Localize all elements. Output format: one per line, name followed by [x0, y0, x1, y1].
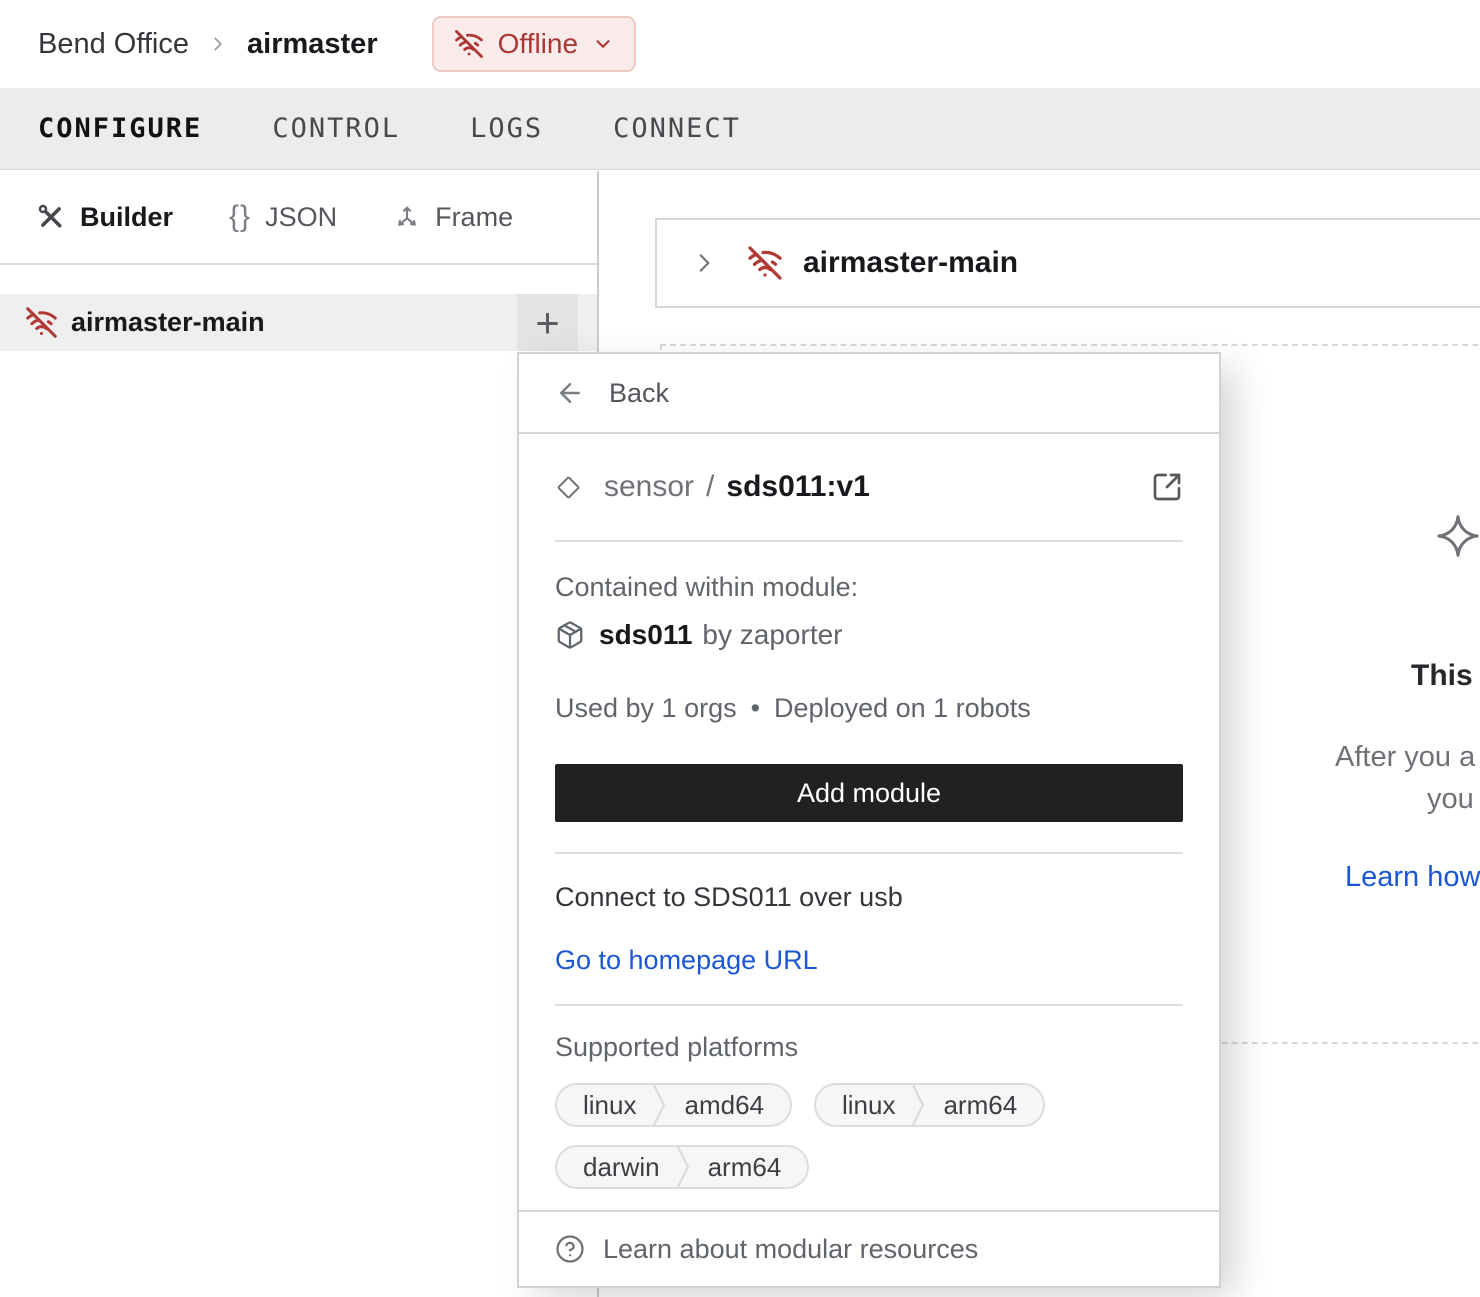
arrow-left-icon	[555, 378, 585, 408]
add-component-button[interactable]: +	[517, 294, 578, 351]
platform-pill: linux amd64	[555, 1083, 792, 1127]
usage-count: Used by 1 orgs	[555, 693, 737, 724]
module-name-row: sds011 by zaporter	[555, 619, 1183, 651]
json-braces-icon: {}	[229, 200, 251, 234]
viewtab-frame-label: Frame	[435, 202, 513, 233]
platform-pill-row: darwin arm64	[555, 1145, 1183, 1189]
tab-connect[interactable]: CONNECT	[613, 113, 741, 144]
resource-model: sds011:v1	[726, 470, 869, 504]
learn-how-link[interactable]: Learn how	[1345, 861, 1480, 894]
sensor-diamond-icon	[555, 474, 582, 501]
deployment-count: Deployed on 1 robots	[774, 693, 1031, 724]
metrics-separator: •	[751, 693, 760, 724]
module-author: by zaporter	[702, 619, 842, 651]
platform-arch: arm64	[692, 1152, 808, 1183]
external-link-icon[interactable]	[1151, 471, 1183, 503]
module-description-section: Connect to SDS011 over usb Go to homepag…	[519, 854, 1219, 1004]
part-card-name: airmaster-main	[803, 246, 1018, 280]
module-section: Contained within module: sds011 by zapor…	[519, 542, 1219, 822]
sparkle-icon	[1435, 513, 1480, 559]
resource-type: sensor	[604, 470, 694, 504]
breadcrumb-org[interactable]: Bend Office	[38, 28, 189, 61]
platform-pill: linux arm64	[814, 1083, 1045, 1127]
module-name: sds011	[599, 619, 692, 651]
machine-nav-tabbar: CONFIGURE CONTROL LOGS CONNECT	[0, 88, 1480, 170]
sidebar-part-name: airmaster-main	[71, 307, 265, 338]
pill-divider-icon	[652, 1084, 668, 1126]
popover-back-button[interactable]: Back	[519, 354, 1219, 434]
package-icon	[555, 620, 585, 650]
platform-arch: amd64	[668, 1090, 790, 1121]
builder-tools-icon	[36, 202, 66, 232]
pill-divider-icon	[911, 1084, 927, 1126]
tab-configure[interactable]: CONFIGURE	[38, 113, 202, 144]
top-header: Bend Office airmaster Offline	[0, 0, 1480, 88]
machine-part-card[interactable]: airmaster-main	[655, 218, 1480, 308]
viewtab-builder-label: Builder	[80, 202, 173, 233]
help-circle-icon	[555, 1234, 585, 1264]
chevron-right-icon	[691, 250, 717, 276]
pill-divider-icon	[676, 1146, 692, 1188]
config-sidebar: Builder {} JSON Frame airmas	[0, 171, 599, 1297]
platform-os: linux	[816, 1090, 911, 1121]
platform-os: linux	[557, 1090, 652, 1121]
viewtab-json-label: JSON	[265, 202, 337, 233]
platform-arch: arm64	[927, 1090, 1043, 1121]
wifi-off-icon	[747, 245, 783, 281]
tab-control[interactable]: CONTROL	[272, 113, 400, 144]
viewtab-builder[interactable]: Builder	[36, 202, 173, 233]
frame-axes-icon	[393, 203, 421, 231]
homepage-url-link[interactable]: Go to homepage URL	[555, 945, 818, 976]
add-module-button[interactable]: Add module	[555, 764, 1183, 822]
wifi-off-icon	[454, 29, 484, 59]
supported-platforms-label: Supported platforms	[555, 1032, 1183, 1063]
footer-link-label: Learn about modular resources	[603, 1234, 978, 1265]
resource-title-row: sensor / sds011:v1	[519, 434, 1219, 540]
viewtab-frame[interactable]: Frame	[393, 202, 513, 233]
chevron-down-icon	[592, 33, 614, 55]
empty-state-heading: This	[1411, 659, 1473, 693]
platform-os: darwin	[557, 1152, 676, 1183]
resource-separator: /	[706, 470, 714, 504]
back-label: Back	[609, 378, 669, 409]
platform-pill-row: linux amd64 linux arm64	[555, 1083, 1183, 1127]
contained-within-label: Contained within module:	[555, 572, 1183, 603]
view-mode-tabbar: Builder {} JSON Frame	[0, 171, 597, 265]
status-badge-label: Offline	[498, 28, 578, 60]
breadcrumb-machine: airmaster	[247, 28, 378, 61]
viewtab-json[interactable]: {} JSON	[229, 200, 337, 234]
supported-platforms-section: Supported platforms linux amd64 linux ar…	[519, 1006, 1219, 1189]
empty-state-text-line1: After you a	[1335, 741, 1475, 774]
module-description: Connect to SDS011 over usb	[555, 882, 1183, 913]
breadcrumb-chevron-icon	[207, 33, 229, 55]
modular-resources-footer-link[interactable]: Learn about modular resources	[519, 1210, 1219, 1286]
platform-pill: darwin arm64	[555, 1145, 809, 1189]
sidebar-machine-part-row[interactable]: airmaster-main +	[0, 294, 597, 351]
module-usage-metrics: Used by 1 orgs • Deployed on 1 robots	[555, 693, 1183, 724]
app-root: Bend Office airmaster Offline CONFIGURE …	[0, 0, 1480, 1297]
wifi-off-icon	[25, 306, 58, 339]
tab-logs[interactable]: LOGS	[470, 113, 543, 144]
module-detail-popover: Back sensor / sds011:v1 Contained within…	[517, 352, 1221, 1288]
machine-status-dropdown[interactable]: Offline	[432, 16, 636, 72]
empty-state-text-line2: you ca	[1427, 783, 1480, 816]
